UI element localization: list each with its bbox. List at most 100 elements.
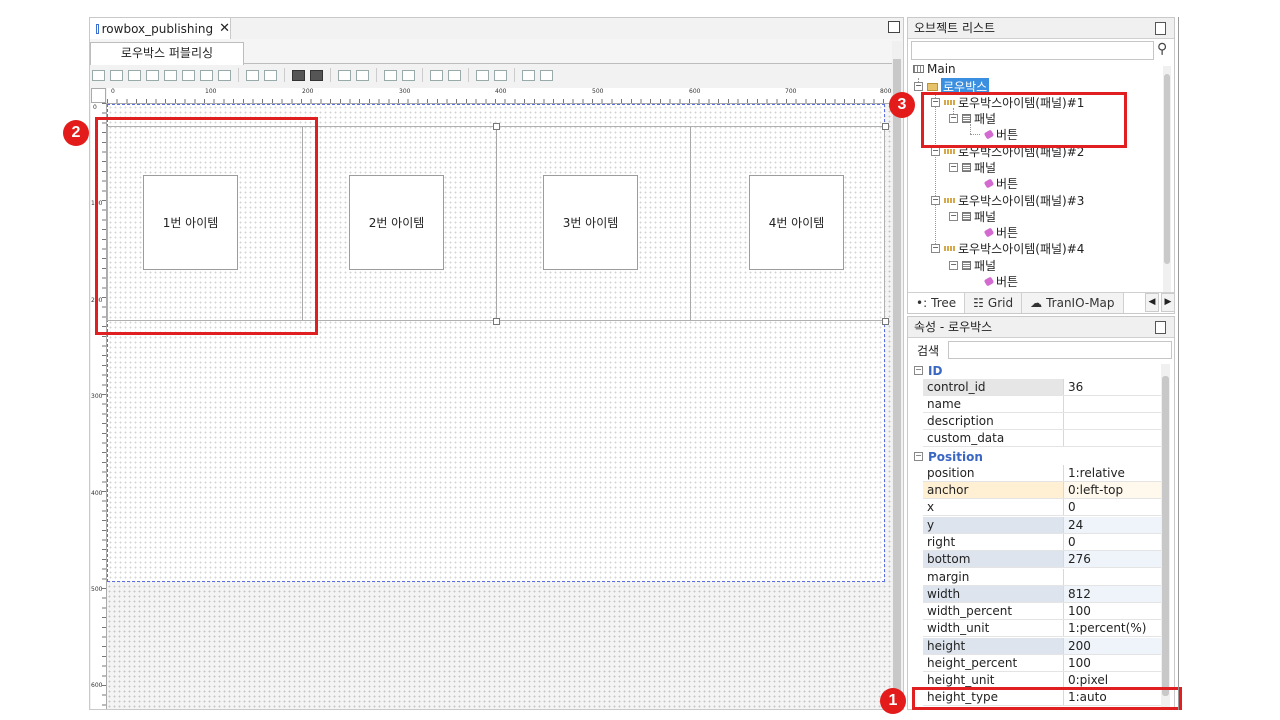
property-row-right[interactable]: right 0	[923, 534, 1161, 551]
minimize-icon[interactable]	[1155, 22, 1166, 35]
tree-node-button[interactable]: 버튼	[983, 273, 1018, 290]
center-vertical-icon[interactable]	[218, 69, 231, 81]
distribute-v-icon[interactable]	[356, 69, 369, 81]
tree-node-button[interactable]: 버튼	[983, 175, 1018, 192]
tab-tree[interactable]: •: Tree	[908, 293, 966, 313]
tree-node-panel[interactable]: − 패널	[949, 257, 996, 274]
collapse-icon[interactable]: −	[914, 452, 923, 461]
minimize-icon[interactable]	[1155, 321, 1166, 334]
collapse-icon[interactable]: −	[931, 147, 940, 156]
property-row-control-id[interactable]: control_id 36	[923, 379, 1161, 396]
collapse-icon[interactable]: −	[931, 196, 940, 205]
object-search-input[interactable]	[911, 41, 1154, 60]
align-left-icon[interactable]	[92, 69, 105, 81]
tree-node-rowbox-item-3[interactable]: − 로우박스아이템(패널)#3	[931, 192, 1084, 209]
same-width-icon[interactable]	[292, 69, 305, 81]
property-row-custom-data[interactable]: custom_data	[923, 430, 1161, 447]
property-row-name[interactable]: name	[923, 396, 1161, 413]
resize-handle[interactable]	[493, 318, 500, 325]
property-value[interactable]: 1:percent(%)	[1064, 620, 1161, 636]
align-center-v-icon[interactable]	[182, 69, 195, 81]
property-value[interactable]: 0:left-top	[1064, 482, 1161, 498]
resize-handle[interactable]	[882, 123, 889, 130]
collapse-icon[interactable]: −	[949, 212, 958, 221]
property-value[interactable]: 276	[1064, 551, 1161, 567]
property-value[interactable]: 24	[1064, 517, 1161, 533]
property-value[interactable]: 100	[1064, 655, 1161, 671]
rowbox-item-button-2[interactable]: 2번 아이템	[349, 175, 444, 270]
property-value[interactable]	[1064, 413, 1161, 429]
rowbox-item-button-4[interactable]: 4번 아이템	[749, 175, 844, 270]
rowbox-item-button-3[interactable]: 3번 아이템	[543, 175, 638, 270]
align-center-h-icon[interactable]	[164, 69, 177, 81]
properties-scrollbar[interactable]	[1161, 364, 1170, 709]
designer-scrollbar[interactable]	[892, 41, 902, 709]
property-search-input[interactable]	[948, 341, 1172, 359]
tree-node-rowbox-item-4[interactable]: − 로우박스아이템(패널)#4	[931, 240, 1084, 257]
align-top-icon[interactable]	[128, 69, 141, 81]
property-row-x[interactable]: x0	[923, 499, 1161, 516]
restore-window-icon[interactable]	[888, 21, 900, 33]
property-row-width-unit[interactable]: width_unit 1:percent(%)	[923, 620, 1161, 637]
property-row-margin[interactable]: margin	[923, 569, 1161, 586]
property-value[interactable]: 0:pixel	[1064, 672, 1161, 688]
space-horizontal-icon[interactable]	[246, 69, 259, 81]
tree-node-panel[interactable]: − 패널	[949, 208, 996, 225]
scroll-thumb[interactable]	[893, 59, 901, 709]
tree-node-panel[interactable]: − 패널	[949, 159, 996, 176]
group-icon[interactable]	[476, 69, 489, 81]
scroll-thumb[interactable]	[1162, 376, 1169, 696]
property-value[interactable]	[1064, 430, 1161, 446]
collapse-icon[interactable]: −	[931, 244, 940, 253]
same-height-icon[interactable]	[310, 69, 323, 81]
tree-scrollbar[interactable]	[1163, 66, 1171, 292]
send-back-icon[interactable]	[448, 69, 461, 81]
bring-front-icon[interactable]	[430, 69, 443, 81]
collapse-icon[interactable]: −	[914, 82, 923, 91]
property-value[interactable]: 0	[1064, 499, 1161, 515]
collapse-icon[interactable]: −	[914, 366, 923, 375]
property-row-height[interactable]: height 200	[923, 638, 1161, 655]
arrow-left-icon[interactable]: ◀	[1145, 293, 1159, 312]
size-to-grid-icon[interactable]	[402, 69, 415, 81]
tab-tranio-map[interactable]: ☁ TranIO-Map	[1022, 293, 1124, 313]
arrow-right-icon[interactable]: ▶	[1161, 293, 1175, 312]
tree-node-main[interactable]: Main	[913, 62, 956, 76]
lock-icon[interactable]	[522, 69, 535, 81]
center-horizontal-icon[interactable]	[200, 69, 213, 81]
property-value[interactable]: 36	[1064, 379, 1161, 395]
property-value[interactable]: 200	[1064, 638, 1161, 654]
collapse-icon[interactable]: −	[949, 163, 958, 172]
property-value[interactable]: 812	[1064, 586, 1161, 602]
align-right-icon[interactable]	[110, 69, 123, 81]
ungroup-icon[interactable]	[494, 69, 507, 81]
distribute-h-icon[interactable]	[338, 69, 351, 81]
unlock-icon[interactable]	[540, 69, 553, 81]
property-row-width-percent[interactable]: width_percent 100	[923, 603, 1161, 620]
document-tab[interactable]: rowbox_publishing ✕	[90, 18, 231, 39]
property-value[interactable]: 100	[1064, 603, 1161, 619]
collapse-icon[interactable]: −	[949, 261, 958, 270]
group-header-id[interactable]: − ID	[911, 362, 1159, 379]
tab-rowbox-publishing[interactable]: 로우박스 퍼블리싱	[90, 42, 244, 65]
property-value[interactable]	[1064, 569, 1161, 585]
size-to-fit-icon[interactable]	[384, 69, 397, 81]
property-row-position[interactable]: position 1:relative	[923, 465, 1161, 482]
property-row-height-percent[interactable]: height_percent 100	[923, 655, 1161, 672]
group-header-position[interactable]: − Position	[911, 448, 1159, 465]
resize-handle[interactable]	[493, 123, 500, 130]
property-row-bottom[interactable]: bottom 276	[923, 551, 1161, 568]
property-value[interactable]	[1064, 396, 1161, 412]
property-value[interactable]: 1:relative	[1064, 465, 1161, 481]
property-row-y[interactable]: y 24	[923, 517, 1161, 534]
property-row-width[interactable]: width 812	[923, 586, 1161, 603]
tab-grid[interactable]: ☷ Grid	[965, 293, 1023, 313]
tree-node-button[interactable]: 버튼	[983, 224, 1018, 241]
resize-handle[interactable]	[882, 318, 889, 325]
space-vertical-icon[interactable]	[264, 69, 277, 81]
close-icon[interactable]: ✕	[219, 21, 230, 36]
scroll-thumb[interactable]	[1164, 74, 1170, 264]
property-row-anchor[interactable]: anchor 0:left-top	[923, 482, 1161, 499]
search-icon[interactable]: ⚲	[1157, 41, 1167, 57]
property-value[interactable]: 0	[1064, 534, 1161, 550]
